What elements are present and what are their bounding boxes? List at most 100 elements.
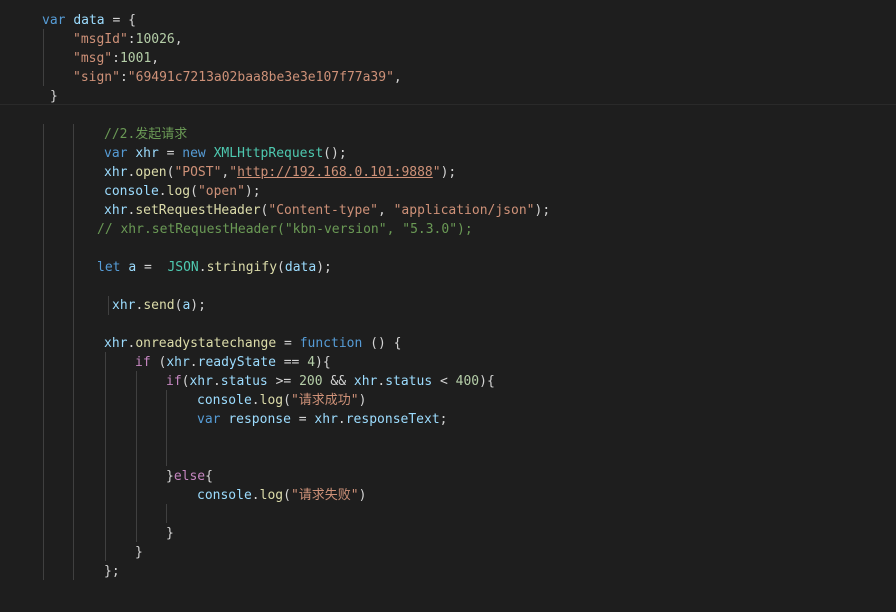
string: "sign" (73, 70, 120, 85)
identifier: xhr (166, 355, 190, 370)
code-line[interactable]: xhr.onreadystatechange = function () { (104, 334, 401, 353)
class-name: JSON (167, 260, 199, 275)
indent-guide (136, 371, 137, 542)
punctuation: ); (534, 203, 551, 218)
code-editor[interactable]: var data = { "msgId":10026, "msg":1001, … (0, 0, 896, 612)
punctuation: = (276, 336, 300, 351)
punctuation: = (136, 260, 168, 275)
code-line[interactable]: var xhr = new XMLHttpRequest(); (104, 144, 347, 163)
function-name: setRequestHeader (135, 203, 261, 218)
punctuation: ); (244, 184, 261, 199)
identifier: xhr (135, 146, 159, 161)
identifier: xhr (353, 374, 378, 389)
punctuation: ); (440, 165, 457, 180)
function-name: onreadystatechange (135, 336, 277, 351)
function-name: log (166, 184, 191, 199)
punctuation: >= (267, 374, 300, 389)
indent-guide (43, 124, 44, 580)
string: " (229, 165, 238, 180)
identifier: a (128, 260, 137, 275)
property: status (385, 374, 433, 389)
code-line[interactable]: "sign":"69491c7213a02baa8be3e3e107f77a39… (73, 68, 402, 87)
section-separator (0, 104, 896, 105)
function-name: log (259, 488, 284, 503)
identifier: console (104, 184, 159, 199)
identifier: console (197, 393, 252, 408)
punctuation: = (290, 412, 315, 427)
code-line[interactable]: console.log("open"); (104, 182, 261, 201)
punctuation: } (166, 469, 174, 484)
punctuation: == (275, 355, 308, 370)
indent-guide (166, 504, 167, 523)
punctuation: ; (439, 412, 448, 427)
punctuation: ( (277, 260, 285, 275)
identifier: xhr (104, 203, 128, 218)
code-line[interactable]: let a = JSON.stringify(data); (97, 258, 332, 277)
identifier: xhr (189, 374, 213, 389)
code-line[interactable]: } (135, 543, 143, 562)
code-line[interactable]: "msg":1001, (73, 49, 159, 68)
punctuation: . (198, 260, 207, 275)
punctuation: : (119, 70, 128, 85)
punctuation: ( (283, 393, 291, 408)
property: status (220, 374, 268, 389)
code-line[interactable]: } (166, 524, 174, 543)
number: 10026 (135, 32, 175, 47)
punctuation: . (251, 488, 260, 503)
indent-guide (166, 390, 167, 466)
identifier: data (284, 260, 317, 275)
keyword: var (104, 146, 128, 161)
string: "请求成功" (290, 393, 359, 408)
code-line[interactable]: }else{ (166, 467, 213, 486)
punctuation: . (212, 374, 221, 389)
punctuation: = { (104, 13, 136, 28)
code-line[interactable]: //2.发起请求 (104, 125, 187, 144)
keyword: if (135, 355, 151, 370)
string: "请求失败" (290, 488, 359, 503)
string: "msg" (73, 51, 113, 66)
punctuation: , (393, 70, 402, 85)
keyword: if (166, 374, 182, 389)
code-line[interactable]: xhr.setRequestHeader("Content-type", "ap… (104, 201, 550, 220)
property: responseText (345, 412, 440, 427)
identifier: console (197, 488, 252, 503)
code-line[interactable]: xhr.send(a); (112, 296, 206, 315)
code-line[interactable]: console.log("请求成功") (197, 391, 366, 410)
punctuation: . (337, 412, 346, 427)
code-line[interactable]: // xhr.setRequestHeader("kbn-version", "… (97, 220, 473, 239)
url-link[interactable]: http://192.168.0.101:9888 (237, 165, 433, 180)
code-line[interactable]: } (50, 87, 58, 106)
code-line[interactable]: }; (104, 562, 120, 581)
code-line[interactable]: if (xhr.readyState == 4){ (135, 353, 331, 372)
punctuation: . (377, 374, 386, 389)
string: "69491c7213a02baa8be3e3e107f77a39" (127, 70, 394, 85)
number: 200 (299, 374, 323, 389)
punctuation: ){ (315, 355, 331, 370)
string: "POST" (174, 165, 222, 180)
punctuation: : (112, 51, 120, 66)
punctuation: , (151, 51, 160, 66)
string: "msgId" (73, 32, 128, 47)
punctuation: ); (190, 298, 206, 313)
function-name: log (259, 393, 284, 408)
keyword: else (173, 469, 206, 484)
comment: // xhr.setRequestHeader("kbn-version", "… (97, 222, 473, 237)
code-line[interactable]: var response = xhr.responseText; (197, 410, 447, 429)
code-line[interactable]: xhr.open("POST","http://192.168.0.101:98… (104, 163, 456, 182)
string: "Content-type" (268, 203, 378, 218)
function-name: open (135, 165, 167, 180)
string: " (432, 165, 441, 180)
code-line[interactable]: "msgId":10026, (73, 30, 183, 49)
code-line[interactable]: if(xhr.status >= 200 && xhr.status < 400… (166, 372, 495, 391)
punctuation: , (377, 203, 394, 218)
identifier: xhr (314, 412, 338, 427)
punctuation: . (251, 393, 260, 408)
indent-guide (108, 296, 109, 315)
code-line[interactable]: var data = { (42, 11, 136, 30)
identifier: xhr (104, 165, 128, 180)
punctuation: { (205, 469, 213, 484)
code-line[interactable]: console.log("请求失败") (197, 486, 366, 505)
punctuation: } (166, 526, 174, 541)
function-name: stringify (206, 260, 278, 275)
punctuation: } (50, 89, 58, 104)
